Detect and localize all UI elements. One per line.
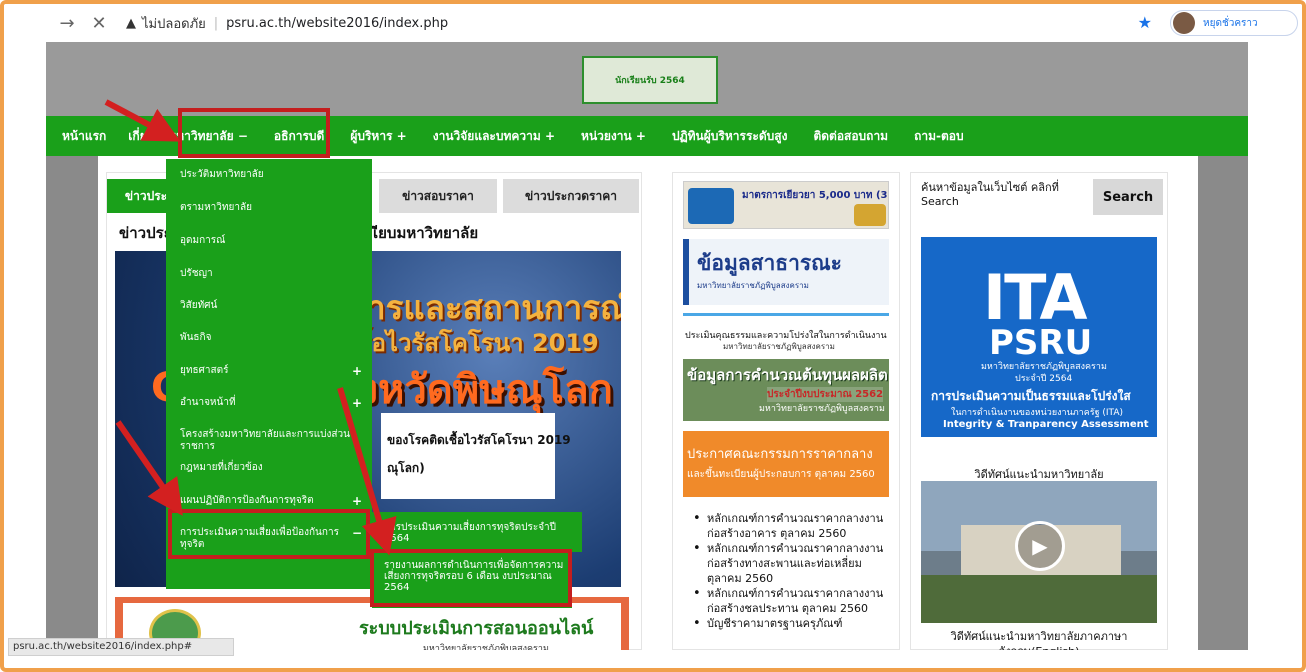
status-bar: psru.ac.th/website2016/index.php# [8, 638, 234, 656]
annotation-arrows [104, 99, 397, 556]
arrow-to-risk-item [115, 420, 183, 516]
browser-window: → ✕ ▲ ไม่ปลอดภัย | psru.ac.th/website201… [0, 0, 1306, 672]
arrow-to-risk-report [337, 387, 397, 556]
arrow-to-about-nav [104, 99, 181, 142]
